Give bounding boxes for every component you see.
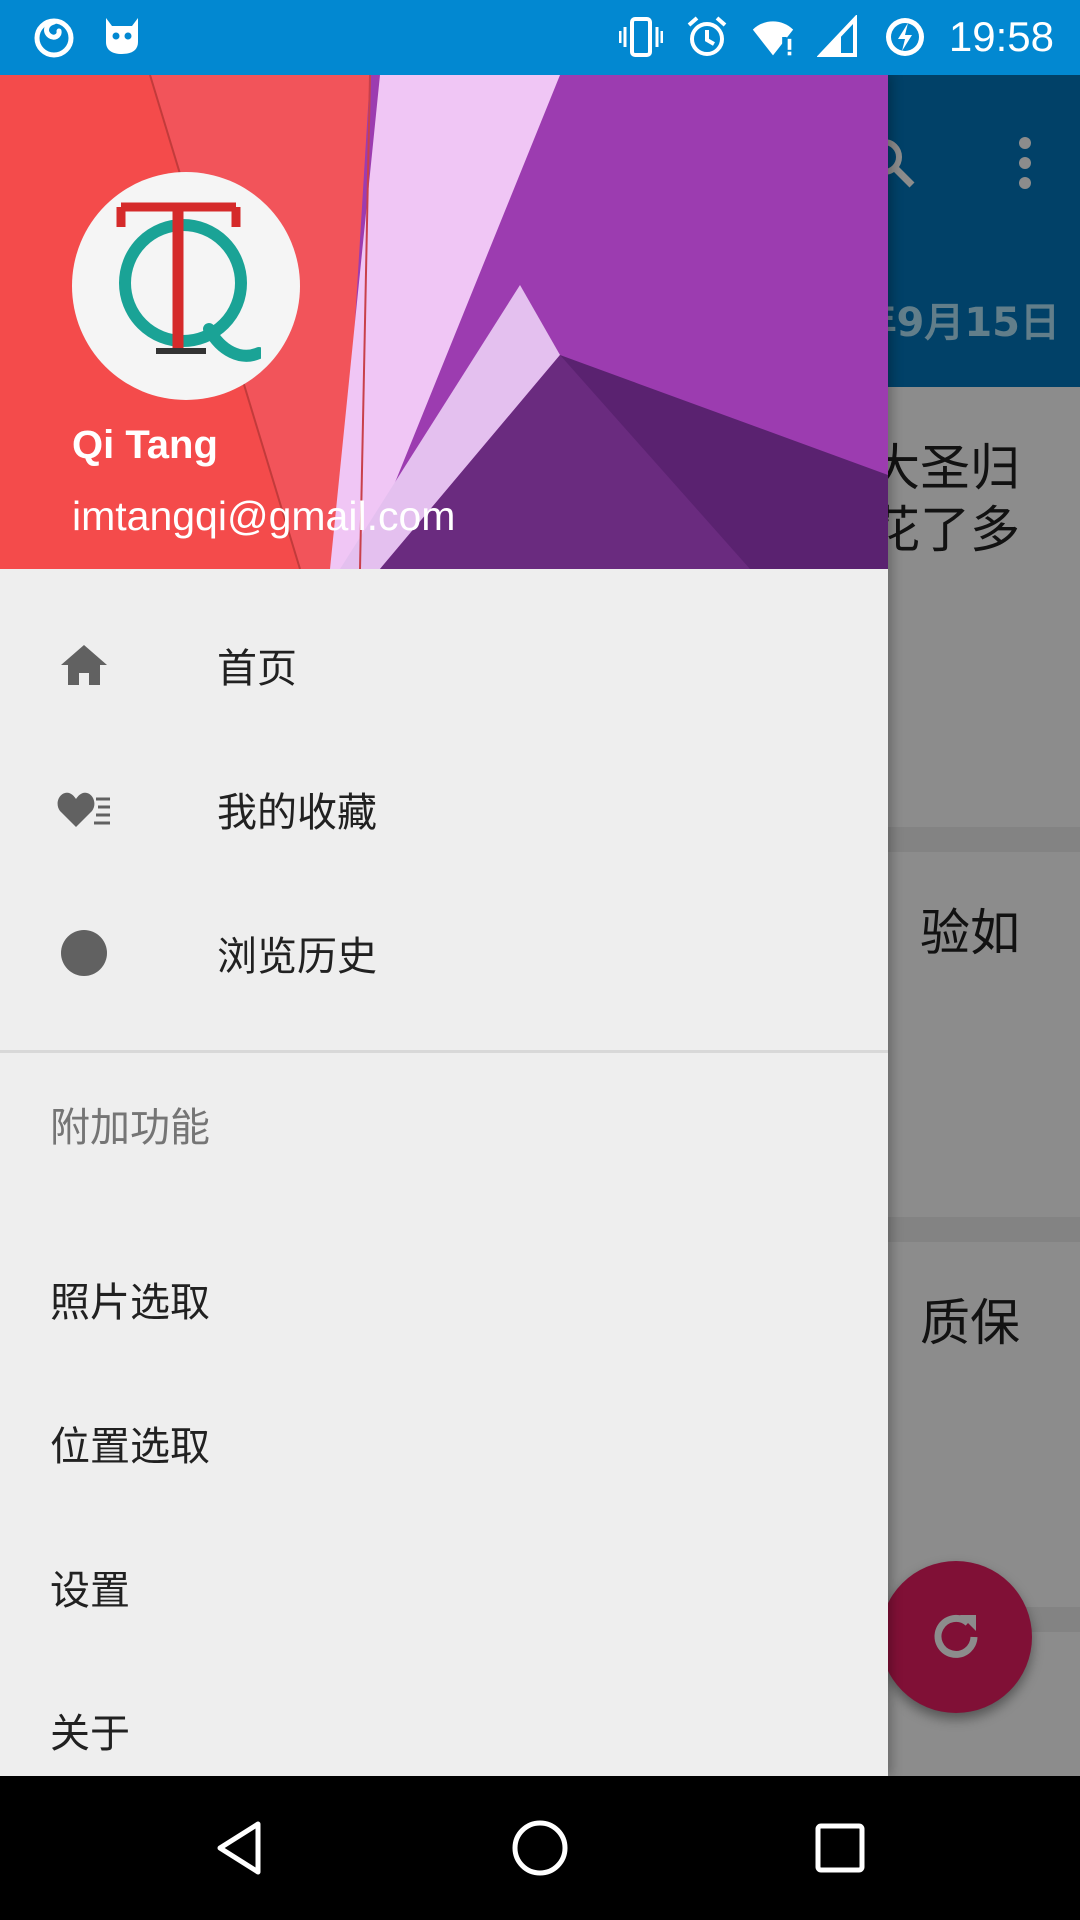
vibrate-icon xyxy=(618,15,663,59)
back-icon[interactable] xyxy=(200,1808,280,1888)
user-name: Qi Tang xyxy=(72,423,218,467)
nav-item-history[interactable]: 浏览历史 xyxy=(0,881,888,1025)
home-circle-icon[interactable] xyxy=(500,1808,580,1888)
wifi-icon xyxy=(751,15,795,59)
nav-item-about[interactable]: 关于 xyxy=(0,1653,888,1776)
nav-item-favorites[interactable]: 我的收藏 xyxy=(0,737,888,881)
clock-time: 19:58 xyxy=(948,13,1054,60)
system-nav-bar xyxy=(0,1776,1080,1920)
nav-item-label: 设置 xyxy=(50,1568,130,1614)
history-circle-icon xyxy=(56,925,112,981)
nav-item-label: 浏览历史 xyxy=(217,934,377,980)
nav-item-label: 关于 xyxy=(50,1711,130,1757)
alarm-icon xyxy=(685,15,729,59)
nav-item-label: 位置选取 xyxy=(50,1424,210,1470)
home-icon xyxy=(56,637,112,693)
favorite-list-icon xyxy=(56,781,112,837)
recents-icon[interactable] xyxy=(800,1808,880,1888)
signal-icon xyxy=(816,15,861,59)
nav-item-label: 照片选取 xyxy=(50,1280,210,1326)
avatar[interactable] xyxy=(72,172,300,400)
netease-music-icon xyxy=(32,14,76,58)
section-header: 附加功能 xyxy=(50,1105,210,1151)
nav-item-location-picker[interactable]: 位置选取 xyxy=(0,1366,888,1510)
nav-item-photo-picker[interactable]: 照片选取 xyxy=(0,1222,888,1366)
drawer-divider xyxy=(0,1050,888,1053)
nav-item-label: 我的收藏 xyxy=(217,790,377,836)
nav-item-settings[interactable]: 设置 xyxy=(0,1510,888,1654)
status-bar: 19:58 xyxy=(0,0,1080,75)
nav-item-label: 首页 xyxy=(217,646,297,692)
cyanogen-icon xyxy=(100,14,144,58)
nav-item-home[interactable]: 首页 xyxy=(0,593,888,737)
battery-charging-icon xyxy=(883,15,927,59)
tq-logo-icon xyxy=(116,202,261,362)
drawer-header: Qi Tang imtangqi@gmail.com xyxy=(0,75,888,569)
user-email: imtangqi@gmail.com xyxy=(72,493,456,539)
navigation-drawer: Qi Tang imtangqi@gmail.com 首页 我的收藏 浏览历史 … xyxy=(0,75,888,1776)
